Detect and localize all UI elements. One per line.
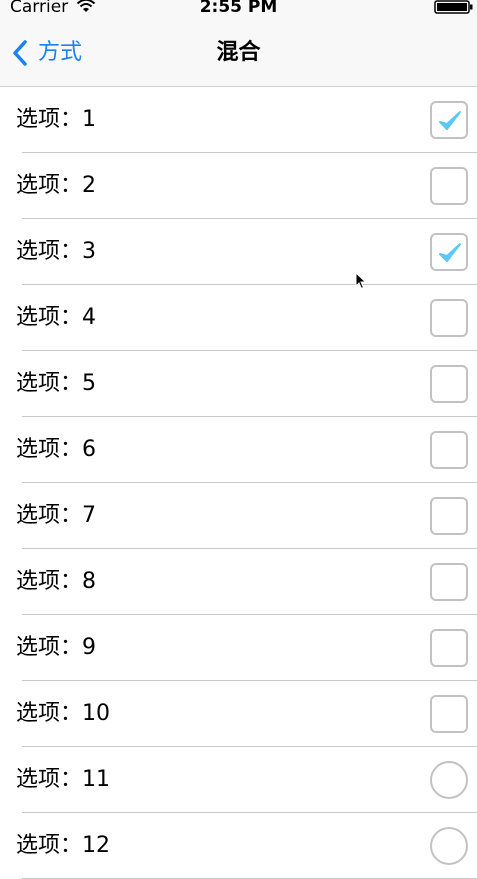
option-row[interactable]: 选项：10 bbox=[0, 681, 477, 747]
option-row[interactable]: 选项：2 bbox=[0, 153, 477, 219]
option-label: 选项：1 bbox=[16, 107, 96, 132]
option-label: 选项：8 bbox=[16, 569, 96, 594]
battery-icon bbox=[434, 0, 473, 14]
option-radio[interactable] bbox=[430, 761, 468, 799]
option-label: 选项：5 bbox=[16, 371, 96, 396]
option-row[interactable]: 选项：9 bbox=[0, 615, 477, 681]
status-time: 2:55 PM bbox=[199, 0, 278, 17]
option-checkbox[interactable] bbox=[430, 497, 468, 535]
option-label: 选项：12 bbox=[16, 833, 110, 858]
option-row[interactable]: 选项：4 bbox=[0, 285, 477, 351]
option-checkbox[interactable] bbox=[430, 365, 468, 403]
option-row[interactable]: 选项：3 bbox=[0, 219, 477, 285]
option-checkbox[interactable] bbox=[430, 167, 468, 205]
option-row[interactable]: 选项：5 bbox=[0, 351, 477, 417]
navigation-bar: 方式 混合 bbox=[0, 20, 477, 87]
option-row[interactable]: 选项：1 bbox=[0, 87, 477, 153]
option-label: 选项：10 bbox=[16, 701, 110, 726]
status-bar: Carrier 2:55 PM bbox=[0, 0, 477, 20]
mouse-pointer-icon bbox=[355, 272, 367, 290]
option-label: 选项：3 bbox=[16, 239, 96, 264]
option-row[interactable]: 选项：8 bbox=[0, 549, 477, 615]
option-label: 选项：7 bbox=[16, 503, 96, 528]
option-checkbox[interactable] bbox=[430, 233, 468, 271]
option-checkbox[interactable] bbox=[430, 101, 468, 139]
option-checkbox[interactable] bbox=[430, 563, 468, 601]
option-row[interactable]: 选项：11 bbox=[0, 747, 477, 813]
option-label: 选项：11 bbox=[16, 767, 110, 792]
option-label: 选项：9 bbox=[16, 635, 96, 660]
option-row[interactable]: 选项：12 bbox=[0, 813, 477, 879]
options-list: 选项：1 选项：2 选项：3 选项：4 选项：5 选项：6 选项：7 选项：8 选项：9 选项：1… bbox=[0, 87, 477, 879]
option-row[interactable]: 选项：6 bbox=[0, 417, 477, 483]
option-checkbox[interactable] bbox=[430, 299, 468, 337]
checkmark-icon bbox=[439, 111, 461, 130]
option-checkbox[interactable] bbox=[430, 695, 468, 733]
option-label: 选项：2 bbox=[16, 173, 96, 198]
option-checkbox[interactable] bbox=[430, 431, 468, 469]
option-row[interactable]: 选项：7 bbox=[0, 483, 477, 549]
option-label: 选项：6 bbox=[16, 437, 96, 462]
option-label: 选项：4 bbox=[16, 305, 96, 330]
page-title: 混合 bbox=[216, 40, 261, 65]
checkmark-icon bbox=[439, 243, 461, 262]
option-radio[interactable] bbox=[430, 827, 468, 865]
option-checkbox[interactable] bbox=[430, 629, 468, 667]
